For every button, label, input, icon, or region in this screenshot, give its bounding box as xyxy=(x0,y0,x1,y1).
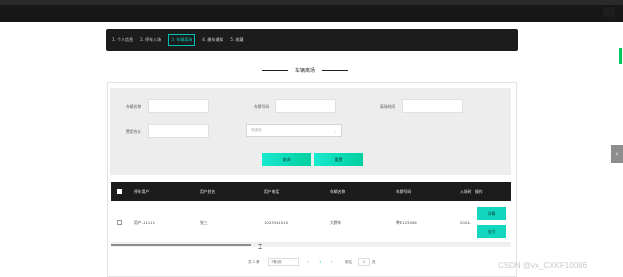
col-plate-number: 车牌号码 xyxy=(396,189,412,194)
mouse-cursor-icon: ⌶ xyxy=(258,243,263,251)
pay-status-placeholder: 请选择 xyxy=(251,128,262,132)
step-personal-info[interactable]: 1. 个人信息 xyxy=(112,36,133,44)
cell-plate: 粤E123456 xyxy=(396,220,417,225)
cell-user: 用户-11111 xyxy=(134,220,156,225)
next-page-icon[interactable]: › xyxy=(331,257,332,267)
total-fee-input[interactable] xyxy=(148,124,209,138)
prev-page-icon[interactable]: ‹ xyxy=(307,257,308,267)
goto-input[interactable]: 1 xyxy=(358,258,370,266)
page-suffix: 页 xyxy=(372,260,376,264)
horizontal-scrollbar[interactable] xyxy=(111,243,511,247)
col-entry-time: 入场时 xyxy=(460,189,472,194)
col-vehicle-name: 车辆名称 xyxy=(330,189,346,194)
vehicle-name-input[interactable] xyxy=(148,99,209,113)
search-form: 车辆名称 车牌号码 离场时间 费用合计 支付状态 请选择 ⌄ 查询 重置 xyxy=(110,88,511,175)
page-size-select[interactable]: 7条/页 xyxy=(268,258,299,266)
vehicle-name-label: 车辆名称 xyxy=(126,104,142,109)
title-line-left xyxy=(262,69,288,71)
col-user-name: 用户姓名 xyxy=(200,189,216,194)
step-notification[interactable]: 4. 缴车通知 xyxy=(202,36,223,44)
page-title-wrap: 车辆离场 xyxy=(262,65,362,75)
step-favorites[interactable]: 5. 收藏 xyxy=(230,36,243,44)
csdn-watermark: CSDN @vx_CXKF10086 xyxy=(498,261,588,270)
total-fee-label: 费用合计 xyxy=(126,129,142,134)
top-bar-strip xyxy=(0,0,623,5)
table-header: 停车用户 用户姓名 用户电话 车辆名称 车牌号码 入场时 操作 xyxy=(111,182,511,201)
col-user-phone: 用户电话 xyxy=(264,189,280,194)
top-bar xyxy=(0,0,623,22)
col-parking-user: 停车用户 xyxy=(134,189,150,194)
step-parking-entry[interactable]: 2. 停车入场 xyxy=(140,36,161,44)
cell-phone: 1023341010 xyxy=(264,220,289,225)
detail-button[interactable]: 详情 xyxy=(477,207,506,220)
exit-time-label: 离场时间 xyxy=(380,104,396,109)
top-bar-accent xyxy=(603,7,615,17)
chevron-down-icon: ⌄ xyxy=(333,128,337,133)
query-button[interactable]: 查询 xyxy=(262,153,311,166)
select-all-checkbox[interactable] xyxy=(117,189,122,194)
cell-name: 张三 xyxy=(200,220,208,225)
page-number[interactable]: 1 xyxy=(319,257,321,267)
col-actions: 操作 xyxy=(475,189,483,194)
plate-number-label: 车牌号码 xyxy=(254,104,270,109)
scrollbar-thumb[interactable] xyxy=(111,244,251,246)
right-indicator xyxy=(619,48,622,64)
plate-number-input[interactable] xyxy=(275,99,336,113)
exit-time-input[interactable] xyxy=(402,99,463,113)
cell-vehicle: 大野车 xyxy=(330,220,342,225)
reset-button[interactable]: 重置 xyxy=(314,153,363,166)
total-count: 共 1 条 xyxy=(248,260,260,264)
row-checkbox[interactable] xyxy=(117,220,122,225)
page-title: 车辆离场 xyxy=(295,67,316,74)
collapse-tab[interactable]: ‹ xyxy=(611,145,623,163)
chevron-left-icon: ‹ xyxy=(615,150,619,158)
table-row: 用户-11111 张三 1023341010 大野车 粤E123456 2024… xyxy=(111,201,511,243)
pay-button[interactable]: 支付 xyxy=(477,225,506,238)
step-nav: 1. 个人信息 2. 停车入场 3. 车辆离场 4. 缴车通知 5. 收藏 xyxy=(106,29,518,51)
title-line-right xyxy=(322,69,349,71)
page-size-value: 7条/页 xyxy=(271,260,282,264)
cell-entry: 2024- xyxy=(460,220,472,225)
step-vehicle-exit[interactable]: 3. 车辆离场 xyxy=(168,34,196,46)
goto-label: 前往 xyxy=(345,260,353,264)
pay-status-select[interactable]: 请选择 ⌄ xyxy=(246,124,342,137)
